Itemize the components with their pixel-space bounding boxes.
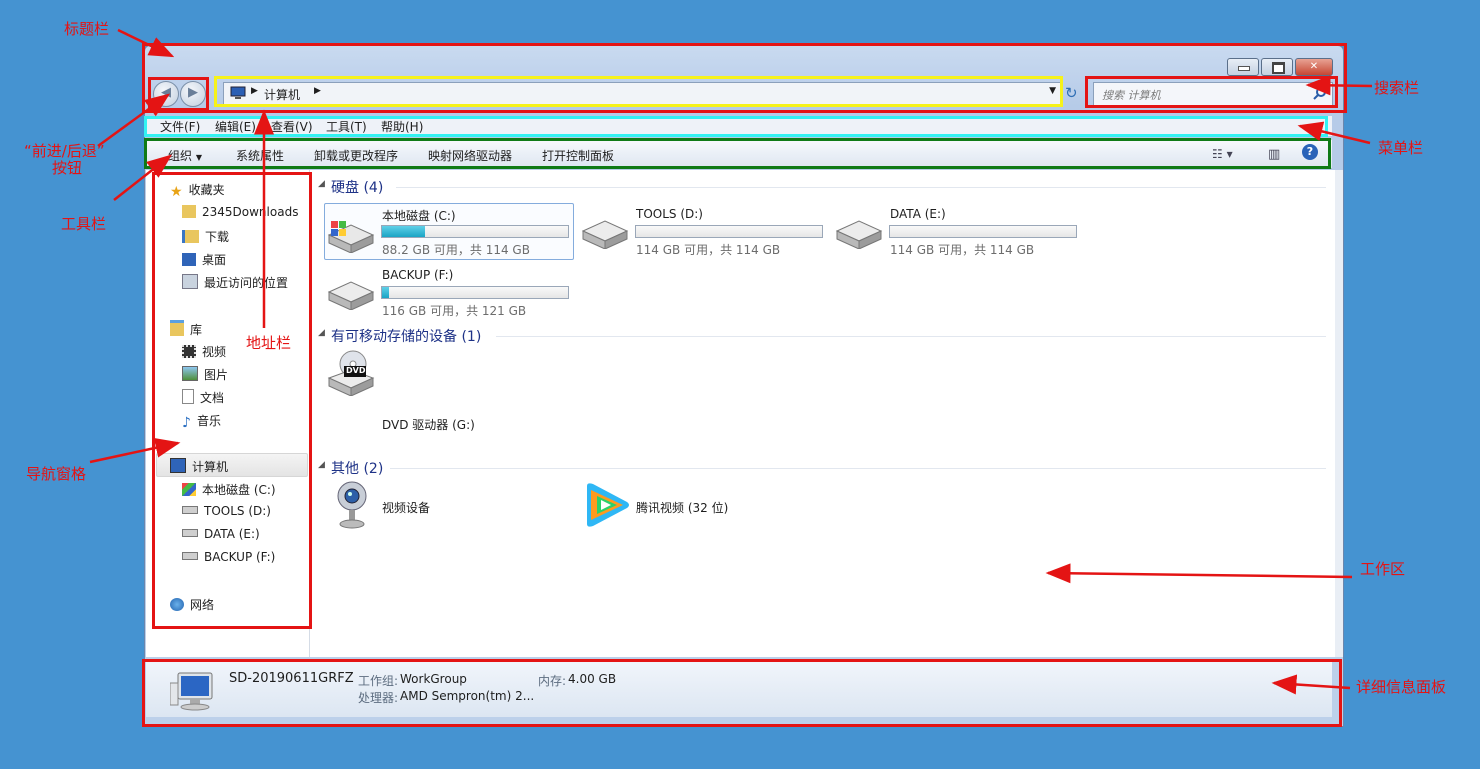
label-title-bar: 标题栏 <box>64 20 110 38</box>
arrow-nav-buttons <box>97 93 171 148</box>
label-details-panel: 详细信息面板 <box>1356 678 1447 696</box>
annotation-arrows <box>89 28 1373 695</box>
label-nav-buttons-2: 按钮 <box>52 159 83 177</box>
arrow-nav-pane <box>89 437 181 464</box>
arrow-toolbar <box>113 154 172 201</box>
label-menu-bar: 菜单栏 <box>1378 139 1424 157</box>
arrow-work-area <box>1045 563 1353 584</box>
arrow-title-bar <box>117 28 175 58</box>
label-work-area: 工作区 <box>1360 560 1406 578</box>
arrow-details-panel <box>1271 674 1351 695</box>
label-toolbar: 工具栏 <box>61 215 107 233</box>
label-search-bar: 搜索栏 <box>1374 79 1420 97</box>
arrow-search-bar <box>1305 75 1373 96</box>
label-nav-pane: 导航窗格 <box>26 465 87 483</box>
label-address-bar: 地址栏 <box>246 334 292 352</box>
arrow-menu-bar <box>1297 121 1371 145</box>
